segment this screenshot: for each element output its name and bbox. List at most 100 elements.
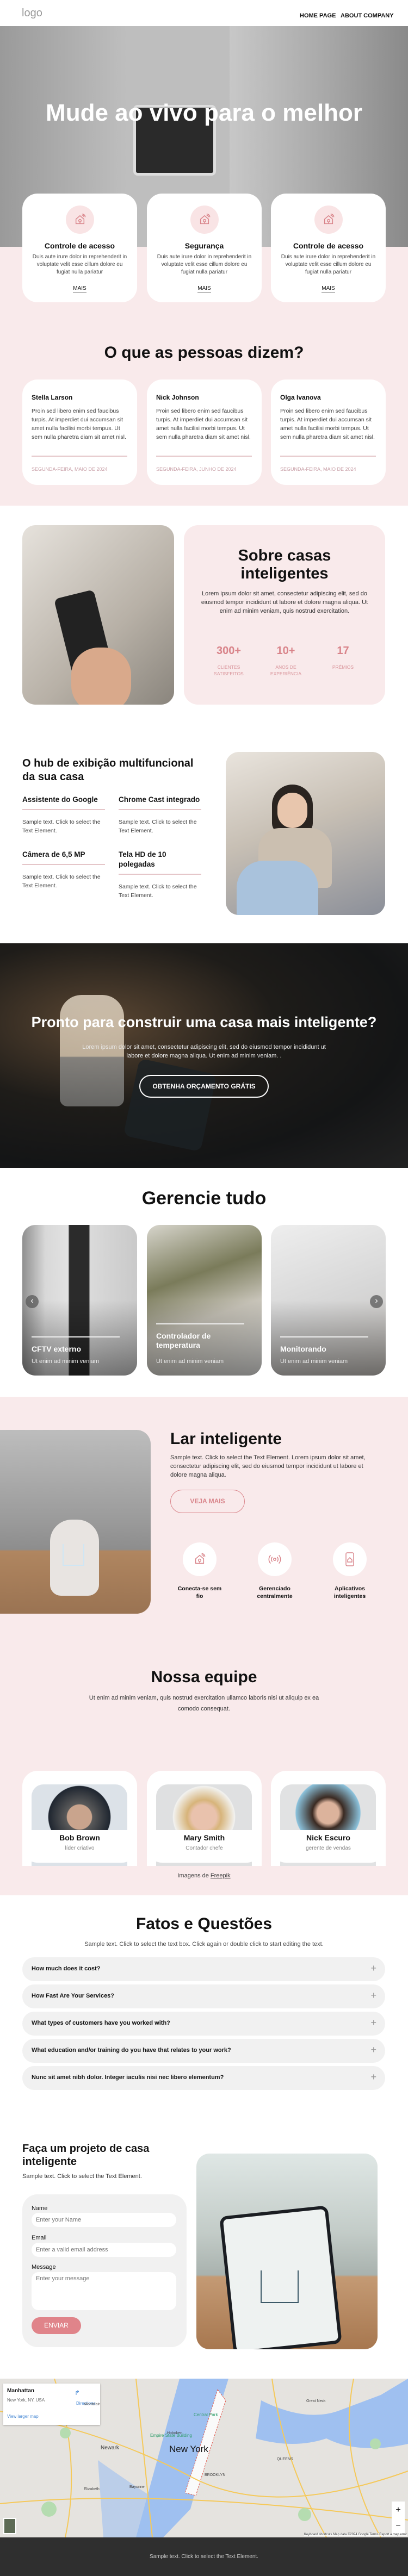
divider bbox=[32, 1336, 120, 1337]
phone-home-icon bbox=[333, 1542, 367, 1576]
feature-card-title: Segurança bbox=[184, 241, 224, 250]
feature-card-text: Duis aute irure dolor in reprehenderit i… bbox=[281, 254, 376, 275]
faq-question: How Fast Are Your Services? bbox=[32, 1993, 115, 1999]
feature-card: Controle de acesso Duis aute irure dolor… bbox=[22, 194, 137, 302]
faq-item[interactable]: What education and/or training do you ha… bbox=[22, 2039, 385, 2063]
divider bbox=[280, 1336, 368, 1337]
team-text: Ut enim ad minim veniam, quis nostrud ex… bbox=[89, 1695, 319, 1712]
team-member-name: Mary Smith bbox=[183, 1833, 225, 1842]
see-more-button[interactable]: VEJA MAIS bbox=[170, 1490, 245, 1513]
zoom-in-button[interactable]: + bbox=[392, 2502, 405, 2519]
stat-label: CLIENTES SATISFEITOS bbox=[214, 664, 244, 676]
manage-card-text: Ut enim ad minim veniam bbox=[32, 1358, 100, 1365]
hub-feature-title: Câmera de 6,5 MP bbox=[22, 850, 85, 858]
faq-item[interactable]: What types of customers have you worked … bbox=[22, 2012, 385, 2036]
map-label: Newark bbox=[101, 2445, 119, 2451]
image-credit: Imagens de Freepik bbox=[0, 1872, 408, 1879]
testimonial-card: Nick Johnson Proin sed libero enim sed f… bbox=[147, 379, 262, 485]
faq-question: What types of customers have you worked … bbox=[32, 2020, 170, 2026]
name-input[interactable] bbox=[32, 2213, 176, 2227]
map[interactable]: Manhattan New York, NY, USA ↱ Directions… bbox=[0, 2379, 408, 2537]
feature-card-text: Duis aute irure dolor in reprehenderit i… bbox=[157, 254, 252, 275]
testimonial-date: SEGUNDA-FEIRA, MAIO DE 2024 bbox=[32, 466, 108, 472]
about-panel: Sobre casas inteligentes Lorem ipsum dol… bbox=[184, 525, 385, 705]
wifi-home-icon bbox=[183, 1542, 217, 1576]
manage-card[interactable]: Controlador de temperatura Ut enim ad mi… bbox=[147, 1225, 262, 1376]
more-link[interactable]: MAIS bbox=[197, 285, 211, 293]
name-label: Name bbox=[32, 2205, 48, 2212]
submit-button[interactable]: ENVIAR bbox=[32, 2317, 81, 2334]
divider bbox=[119, 874, 201, 875]
map-label: Central Park bbox=[194, 2412, 218, 2417]
map-attribution[interactable]: Keyboard shortcuts Map data ©2024 Google… bbox=[304, 2533, 407, 2536]
testimonials-title: O que as pessoas dizem? bbox=[104, 344, 304, 362]
smart-text: Sample text. Click to select the Text El… bbox=[170, 1454, 366, 1478]
directions-icon[interactable]: ↱ bbox=[75, 2389, 80, 2397]
freepik-link[interactable]: Freepik bbox=[211, 1872, 231, 1879]
faq-item[interactable]: Nunc sit amet nibh dolor. Integer iaculi… bbox=[22, 2066, 385, 2090]
stat-label: ANOS DE EXPERIÊNCIA bbox=[270, 664, 302, 676]
map-label: QUEENS bbox=[277, 2457, 293, 2461]
plus-icon[interactable]: + bbox=[370, 2071, 376, 2083]
team-member-role: Contador chefe bbox=[186, 1845, 223, 1851]
stat-value: 300+ bbox=[216, 645, 242, 657]
hub-feature: Câmera de 6,5 MP Sample text. Click to s… bbox=[22, 850, 105, 890]
map-label: Elizabeth bbox=[84, 2487, 100, 2491]
plus-icon[interactable]: + bbox=[370, 1990, 376, 2001]
stat-value: 10+ bbox=[276, 645, 295, 657]
message-input[interactable] bbox=[32, 2272, 176, 2310]
divider bbox=[22, 864, 105, 865]
more-link[interactable]: MAIS bbox=[322, 285, 335, 293]
zoom-out-button[interactable]: − bbox=[392, 2519, 405, 2534]
cta-text: Lorem ipsum dolor sit amet, consectetur … bbox=[82, 1044, 326, 1059]
manage-card-title: CFTV externo bbox=[32, 1345, 82, 1353]
faq-text: Sample text. Click to select the text bo… bbox=[84, 1941, 324, 1947]
hub-feature-title: Tela HD de 10 polegadas bbox=[119, 850, 166, 868]
carousel-prev-button[interactable]: ‹ bbox=[26, 1295, 39, 1308]
carousel-next-button[interactable]: › bbox=[370, 1295, 383, 1308]
manage-card-title: Controlador de temperatura bbox=[156, 1331, 211, 1349]
manage-card[interactable]: CFTV externo Ut enim ad minim veniam bbox=[22, 1225, 137, 1376]
map-label: Bayonne bbox=[129, 2485, 145, 2489]
testimonial-name: Olga Ivanova bbox=[280, 394, 321, 401]
plus-icon[interactable]: + bbox=[370, 2044, 376, 2056]
manage-card[interactable]: Monitorando Ut enim ad minim veniam bbox=[271, 1225, 386, 1376]
tablet-image bbox=[196, 2154, 378, 2349]
testimonial-text: Proin sed libero enim sed faucibus turpi… bbox=[156, 408, 251, 440]
stat: 10+ ANOS DE EXPERIÊNCIA bbox=[263, 645, 309, 677]
email-input[interactable] bbox=[32, 2243, 176, 2257]
contact-text: Sample text. Click to select the Text El… bbox=[22, 2173, 142, 2180]
nav-home-page[interactable]: HOME PAGE bbox=[300, 13, 336, 19]
faq-item[interactable]: How Fast Are Your Services? + bbox=[22, 1984, 385, 2008]
divider bbox=[156, 456, 252, 457]
map-label: Empire State Building bbox=[150, 2433, 192, 2438]
message-label: Message bbox=[32, 2264, 56, 2270]
nav-about-company[interactable]: ABOUT COMPANY bbox=[341, 13, 394, 19]
testimonial-date: SEGUNDA-FEIRA, JUNHO DE 2024 bbox=[156, 466, 237, 472]
hub-feature: Assistente do Google Sample text. Click … bbox=[22, 795, 105, 835]
plus-icon[interactable]: + bbox=[370, 1963, 376, 1974]
manage-title: Gerencie tudo bbox=[141, 1188, 267, 1209]
divider bbox=[119, 809, 201, 810]
faq-item[interactable]: How much does it cost? + bbox=[22, 1957, 385, 1981]
signal-icon bbox=[258, 1542, 292, 1576]
get-quote-button[interactable]: OBTENHA ORÇAMENTO GRÁTIS bbox=[139, 1075, 269, 1098]
map-label: BROOKLYN bbox=[205, 2473, 226, 2477]
hub-feature-text: Sample text. Click to select the Text El… bbox=[22, 874, 101, 889]
faq-title: Fatos e Questões bbox=[135, 1915, 273, 1933]
satellite-toggle[interactable] bbox=[3, 2518, 16, 2534]
view-larger-map-link[interactable]: View larger map bbox=[7, 2414, 39, 2419]
plus-icon[interactable]: + bbox=[370, 2017, 376, 2029]
faq-question: Nunc sit amet nibh dolor. Integer iaculi… bbox=[32, 2074, 224, 2081]
more-link[interactable]: MAIS bbox=[73, 285, 86, 293]
smart-feature-label: Conecta-se sem fio bbox=[177, 1585, 222, 1600]
feature-card-title: Controle de acesso bbox=[293, 241, 364, 250]
hero-title: Mude ao vivo para o melhor bbox=[46, 99, 362, 126]
logo[interactable]: logo bbox=[22, 7, 42, 20]
feature-card-title: Controle de acesso bbox=[44, 241, 115, 250]
manage-card-title: Monitorando bbox=[280, 1345, 326, 1353]
header: logo HOME PAGE ABOUT COMPANY bbox=[0, 0, 408, 27]
smart-feature: Aplicativos inteligentes bbox=[325, 1542, 374, 1600]
home-icon bbox=[63, 1544, 84, 1566]
testimonial-card: Olga Ivanova Proin sed libero enim sed f… bbox=[271, 379, 386, 485]
